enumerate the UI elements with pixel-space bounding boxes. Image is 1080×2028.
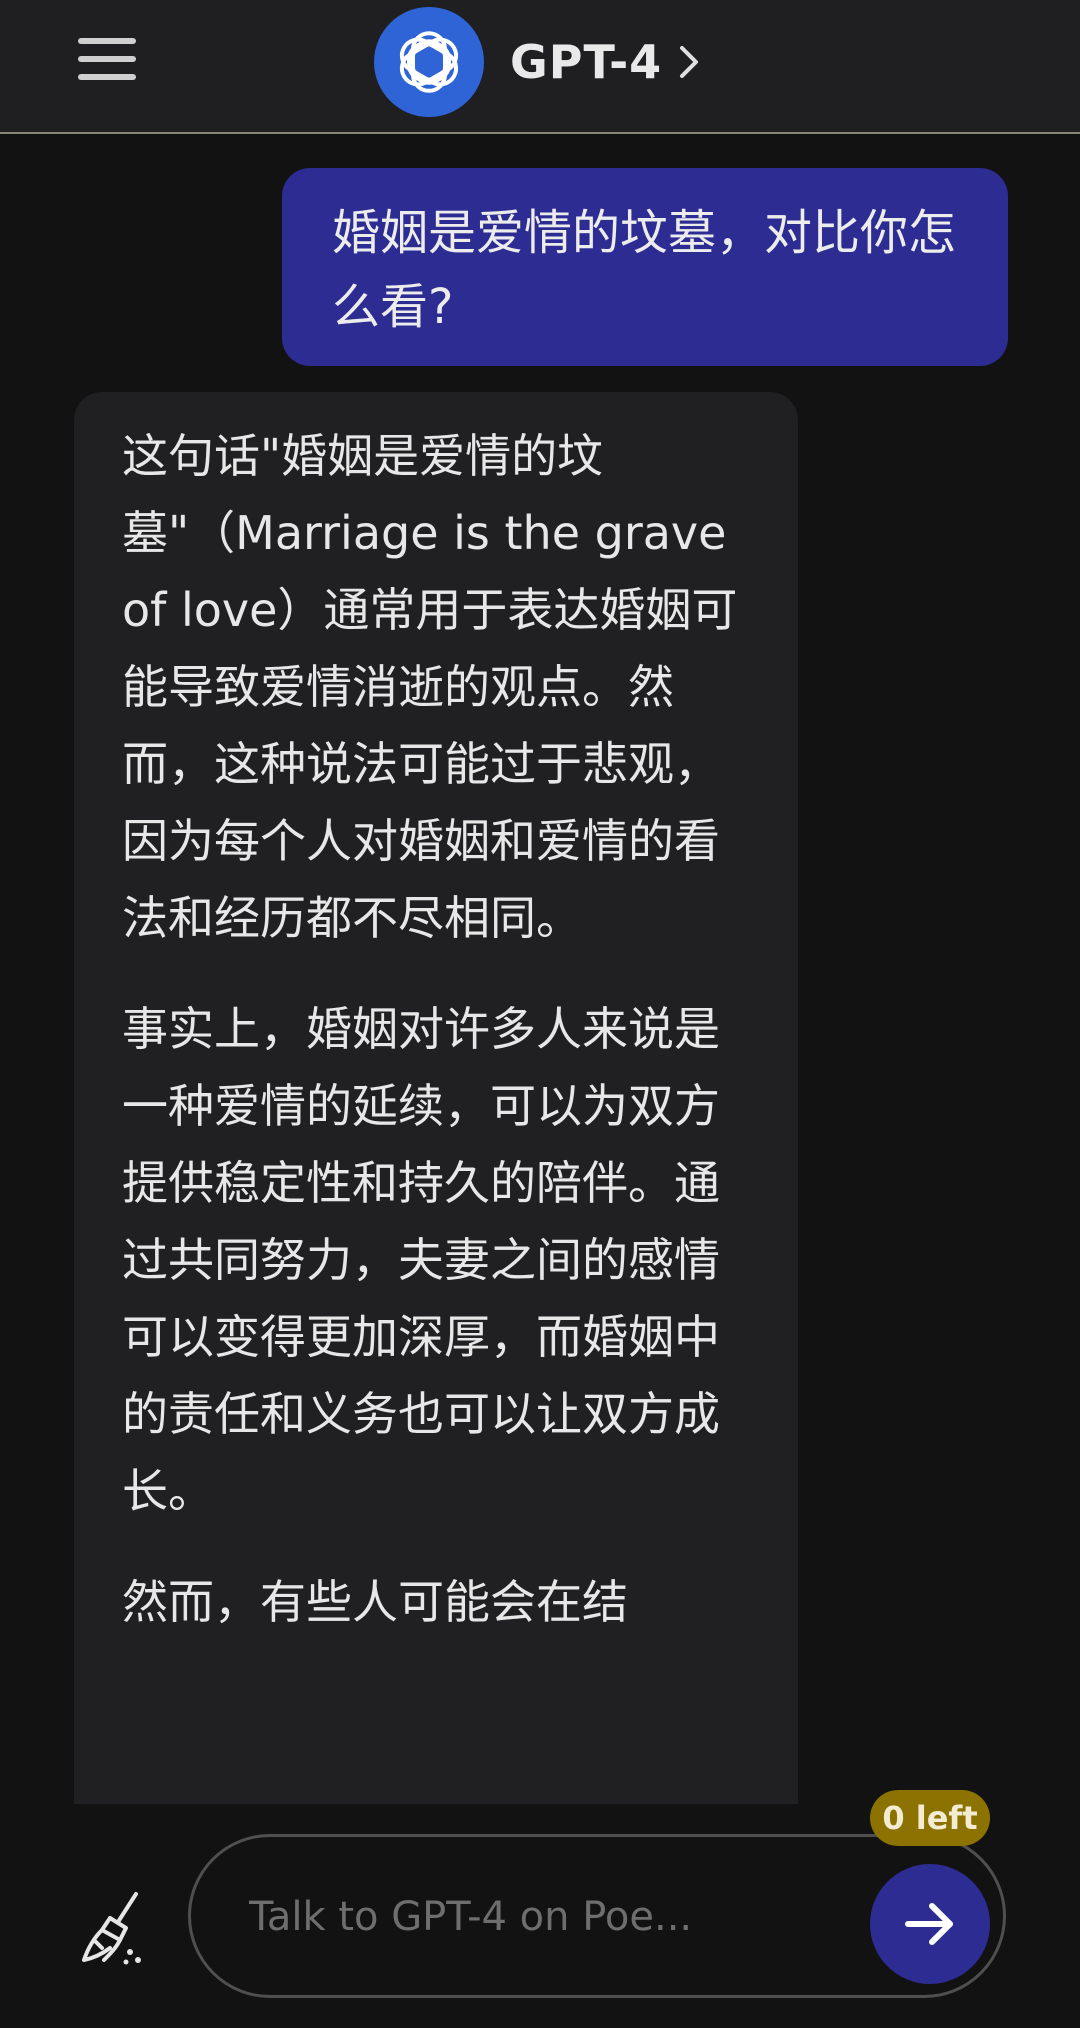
arrow-right-icon [905, 1903, 953, 1945]
openai-logo-icon [374, 7, 484, 117]
hamburger-menu-icon[interactable] [74, 34, 140, 84]
user-message-bubble: 婚姻是爱情的坟墓，对比你怎么看? [282, 168, 1008, 366]
menu-bar-1 [78, 38, 136, 44]
broom-icon[interactable] [80, 1888, 156, 1968]
user-message-text: 婚姻是爱情的坟墓，对比你怎么看? [332, 205, 957, 335]
menu-bar-3 [78, 74, 136, 80]
bot-message-paragraph: 然而，有些人可能会在结 [122, 1575, 628, 1629]
bot-message-paragraph: 这句话"婚姻是爱情的坟墓"（Marriage is the grave of l… [122, 429, 738, 945]
messages-left-badge: 0 left [870, 1790, 990, 1846]
bot-message-bubble: 这句话"婚姻是爱情的坟墓"（Marriage is the grave of l… [74, 392, 798, 1804]
menu-bar-2 [78, 56, 136, 62]
bot-name: GPT-4 [510, 35, 663, 89]
message-input[interactable] [247, 1877, 851, 1957]
send-button[interactable] [870, 1864, 990, 1984]
bot-message-paragraph: 事实上，婚姻对许多人来说是一种爱情的延续，可以为双方提供稳定性和持久的陪伴。通过… [122, 1002, 720, 1518]
chevron-right-icon [680, 46, 699, 78]
app-header: GPT-4 [0, 0, 1080, 134]
bot-info-link[interactable]: GPT-4 [374, 6, 702, 118]
